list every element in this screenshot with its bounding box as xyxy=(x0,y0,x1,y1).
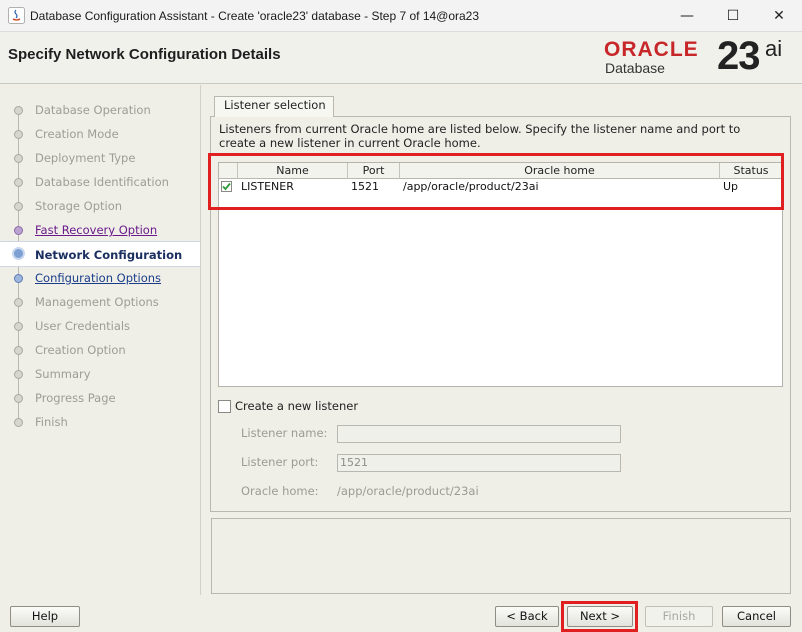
step-management-options: Management Options xyxy=(0,290,200,314)
step-summary: Summary xyxy=(0,362,200,386)
step-label[interactable]: Fast Recovery Option xyxy=(35,218,157,242)
step-label: User Credentials xyxy=(35,319,131,333)
step-label: Management Options xyxy=(35,295,159,309)
step-dot-icon xyxy=(14,226,23,235)
page-title: Specify Network Configuration Details xyxy=(8,46,281,63)
table-highlight-annotation xyxy=(208,153,784,210)
step-label: Database Identification xyxy=(35,175,169,189)
tab-label[interactable]: Listener selection xyxy=(224,98,326,112)
listener-port-input[interactable]: 1521 xyxy=(337,454,621,472)
create-new-listener-label[interactable]: Create a new listener xyxy=(235,399,358,413)
oracle-logo: ORACLE xyxy=(604,38,699,61)
step-dot-icon xyxy=(14,274,23,283)
step-dot-icon xyxy=(14,394,23,403)
step-network-configuration[interactable]: Network Configuration xyxy=(0,241,200,267)
minimize-button[interactable]: — xyxy=(664,0,710,32)
create-new-listener-checkbox[interactable] xyxy=(218,400,231,413)
step-dot-icon xyxy=(14,106,23,115)
wizard-steps-nav: Database Operation Creation Mode Deploym… xyxy=(0,85,201,595)
listener-port-label: Listener port: xyxy=(241,455,319,469)
step-label[interactable]: Configuration Options xyxy=(35,266,161,290)
step-dot-icon xyxy=(14,298,23,307)
listener-description: Listeners from current Oracle home are l… xyxy=(219,122,741,150)
maximize-icon: ☐ xyxy=(726,8,740,24)
step-dot-icon xyxy=(14,322,23,331)
step-deployment-type: Deployment Type xyxy=(0,146,200,170)
message-area xyxy=(211,518,791,594)
version-suffix: ai xyxy=(765,36,783,61)
step-finish: Finish xyxy=(0,410,200,434)
step-label: Creation Mode xyxy=(35,127,119,141)
maximize-button[interactable]: ☐ xyxy=(710,0,756,32)
product-name: Database xyxy=(605,60,665,76)
step-dot-icon xyxy=(14,370,23,379)
step-progress-page: Progress Page xyxy=(0,386,200,410)
step-fast-recovery-option[interactable]: Fast Recovery Option xyxy=(0,218,200,242)
step-dot-icon xyxy=(14,418,23,427)
step-dot-icon xyxy=(14,202,23,211)
oracle-home-value: /app/oracle/product/23ai xyxy=(337,484,479,498)
window-title: Database Configuration Assistant - Creat… xyxy=(30,9,480,23)
version-number: 23 xyxy=(717,34,760,78)
step-label: Storage Option xyxy=(35,199,123,213)
java-app-icon xyxy=(8,7,25,24)
step-user-credentials: User Credentials xyxy=(0,314,200,338)
wizard-header: Specify Network Configuration Details OR… xyxy=(0,32,802,84)
listener-name-label: Listener name: xyxy=(241,426,328,440)
step-storage-option: Storage Option xyxy=(0,194,200,218)
oracle-home-label: Oracle home: xyxy=(241,484,319,498)
step-database-identification: Database Identification xyxy=(0,170,200,194)
help-button[interactable]: Help xyxy=(10,606,80,627)
step-creation-mode: Creation Mode xyxy=(0,122,200,146)
step-label: Network Configuration xyxy=(35,248,183,262)
step-database-operation: Database Operation xyxy=(0,98,200,122)
close-button[interactable]: ✕ xyxy=(756,0,802,32)
step-dot-icon xyxy=(14,178,23,187)
step-creation-option: Creation Option xyxy=(0,338,200,362)
step-label: Summary xyxy=(35,367,91,381)
back-button[interactable]: < Back xyxy=(495,606,559,627)
step-dot-icon xyxy=(14,346,23,355)
step-label: Finish xyxy=(35,415,68,429)
listener-name-input[interactable] xyxy=(337,425,621,443)
cancel-button[interactable]: Cancel xyxy=(722,606,791,627)
step-label: Creation Option xyxy=(35,343,126,357)
next-button-highlight-annotation xyxy=(561,601,638,632)
step-dot-icon xyxy=(14,130,23,139)
minimize-icon: — xyxy=(680,8,694,24)
step-label: Progress Page xyxy=(35,391,116,405)
finish-button[interactable]: Finish xyxy=(645,606,713,627)
step-configuration-options[interactable]: Configuration Options xyxy=(0,266,200,290)
current-step-dot-icon xyxy=(12,247,25,260)
step-label: Deployment Type xyxy=(35,151,136,165)
step-label: Database Operation xyxy=(35,103,151,117)
close-icon: ✕ xyxy=(773,8,785,24)
step-dot-icon xyxy=(14,154,23,163)
